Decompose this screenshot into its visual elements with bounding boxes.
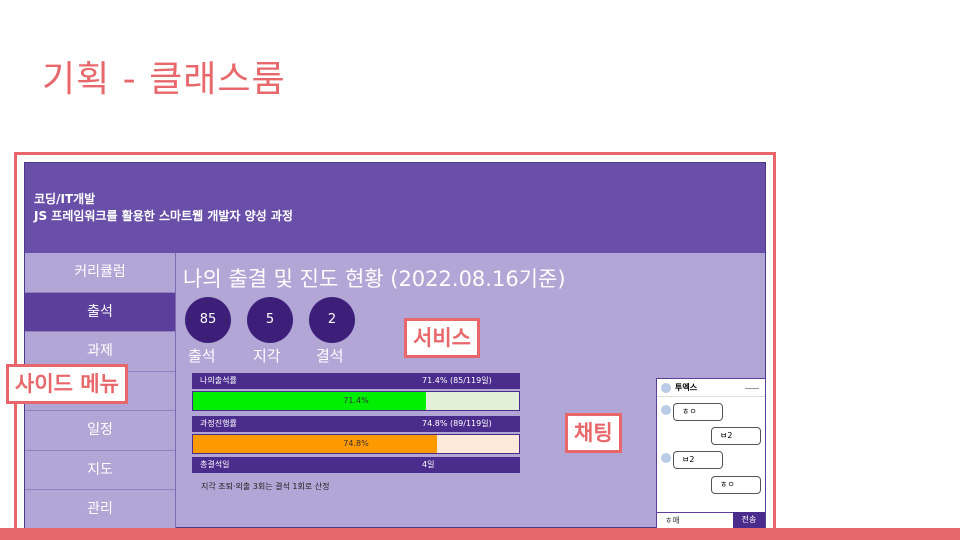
attendance-rate-label: 나의출석률: [200, 376, 237, 385]
sidebar-item-map[interactable]: 지도: [25, 450, 175, 490]
chat-user-avatar: [661, 383, 671, 393]
course-progress-header: 과정진행률 74.8% (89/119일): [192, 416, 520, 432]
total-absence-value: 4일: [422, 460, 435, 469]
course-progress-bar: 74.8%: [192, 434, 520, 454]
sidebar-item-schedule[interactable]: 일정: [25, 411, 175, 451]
chat-input[interactable]: ㅎ애: [657, 512, 733, 528]
sidebar-item-manage[interactable]: 관리: [25, 490, 175, 530]
course-category: 코딩/IT개발: [34, 192, 96, 206]
absent-count-label: 결석: [316, 347, 344, 365]
attendance-count-label: 출석: [188, 347, 216, 365]
sidebar-item-attendance[interactable]: 출석: [25, 292, 175, 332]
chat-header: 투엑스: [657, 379, 765, 397]
slide-title: 기획 - 클래스룸: [42, 59, 286, 100]
minimize-icon[interactable]: [745, 388, 759, 389]
message-avatar: [661, 453, 671, 463]
message-avatar: [661, 405, 671, 415]
sidebar-item-curriculum[interactable]: 커리큘럼: [25, 253, 175, 293]
attendance-progress-text: 71.4%: [343, 396, 369, 405]
slide-bottom-bar: [0, 528, 960, 540]
late-count-badge: 5: [247, 297, 293, 343]
classroom-app: 코딩/IT개발 JS 프레임워크를 활용한 스마트웹 개발자 양성 과정 커리큘…: [24, 162, 766, 530]
total-absence-label: 총결석일: [200, 460, 230, 469]
late-count-label: 지각: [253, 347, 281, 365]
absent-count-badge: 2: [309, 297, 355, 343]
attendance-progress-bar: 71.4%: [192, 391, 520, 411]
main-title: 나의 출결 및 진도 현황 (2022.08.16기준): [183, 267, 566, 291]
course-progress-text: 74.8%: [343, 439, 369, 448]
attendance-rate-value: 71.4% (85/119일): [422, 376, 492, 385]
chat-user-name: 투엑스: [675, 383, 698, 392]
chat-send-button[interactable]: 전송: [733, 512, 765, 528]
course-progress-value: 74.8% (89/119일): [422, 419, 492, 428]
attendance-count-badge: 85: [185, 297, 231, 343]
attendance-rule-note: 지각 조퇴·외출 3회는 결석 1회로 산정: [201, 482, 330, 491]
course-title: JS 프레임워크를 활용한 스마트웹 개발자 양성 과정: [34, 209, 293, 223]
main-divider: [175, 253, 176, 529]
chat-message-left: ㅎㅇ: [673, 403, 723, 421]
chat-message-left: ㅂ2: [673, 451, 723, 469]
app-header: 코딩/IT개발 JS 프레임워크를 활용한 스마트웹 개발자 양성 과정: [25, 163, 765, 253]
chatting-callout: 채팅: [565, 413, 622, 453]
chat-message-right: ㅂ2: [711, 427, 761, 445]
chat-message-right: ㅎㅇ: [711, 476, 761, 494]
course-progress-label: 과정진행률: [200, 419, 237, 428]
side-menu-callout: 사이드 메뉴: [6, 364, 128, 404]
chat-panel: 투엑스 ㅎㅇ ㅂ2 ㅂ2 ㅎㅇ ㅎ애 전송: [656, 378, 766, 529]
service-callout: 서비스: [404, 318, 480, 358]
total-absence-row: 총결석일 4일: [192, 457, 520, 473]
attendance-rate-header: 나의출석률 71.4% (85/119일): [192, 373, 520, 389]
